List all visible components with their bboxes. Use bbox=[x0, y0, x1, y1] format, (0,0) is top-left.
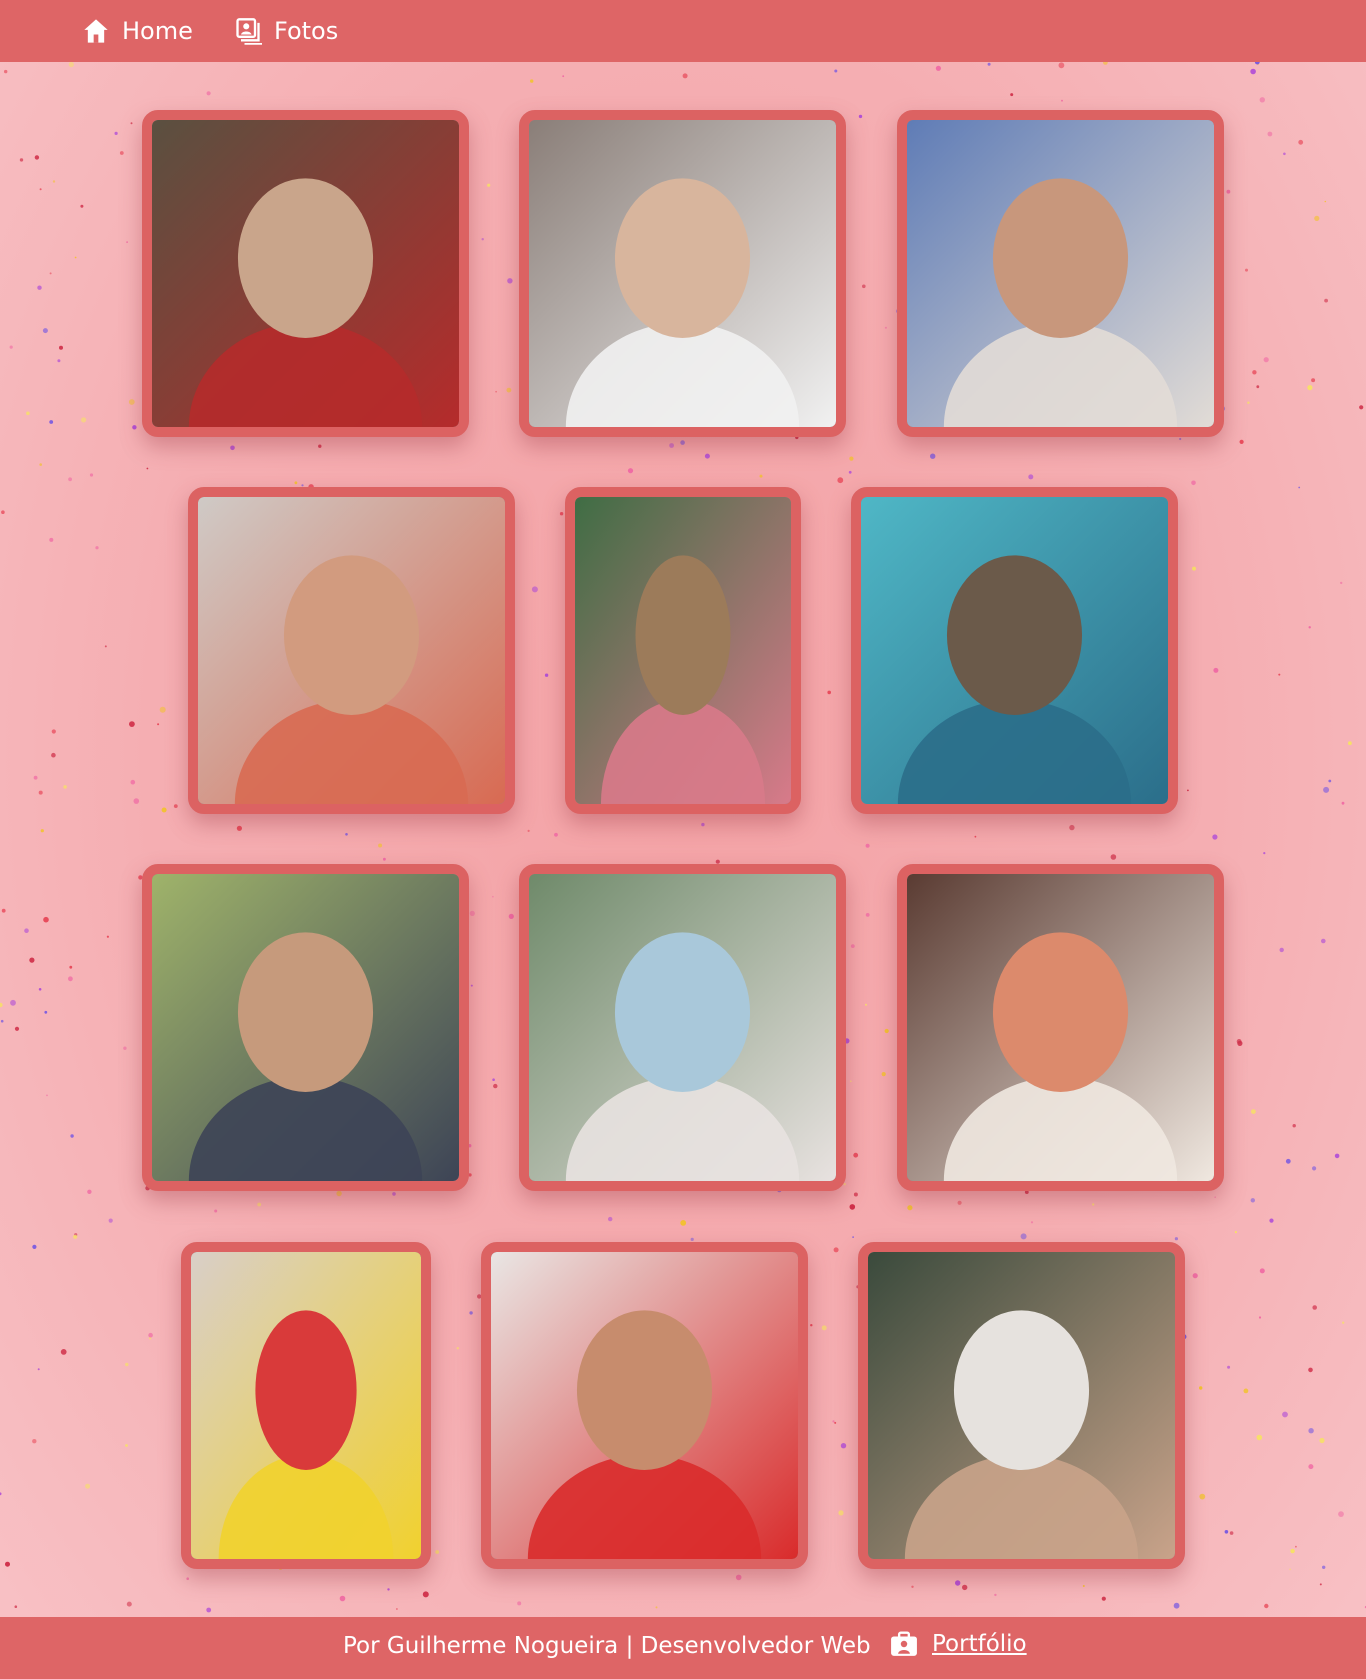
footer-bar: Por Guilherme Nogueira | Desenvolvedor W… bbox=[0, 1617, 1366, 1679]
photo-frame-5[interactable] bbox=[565, 487, 801, 814]
photo-3 bbox=[907, 120, 1214, 427]
photo-frame-11[interactable] bbox=[481, 1242, 808, 1569]
photo-9 bbox=[907, 874, 1214, 1181]
photo-frame-6[interactable] bbox=[851, 487, 1178, 814]
photo-10 bbox=[191, 1252, 421, 1559]
photo-11 bbox=[491, 1252, 798, 1559]
photo-1 bbox=[152, 120, 459, 427]
portfolio-icon bbox=[891, 1631, 917, 1656]
photo-frame-8[interactable] bbox=[519, 864, 846, 1191]
photo-frame-3[interactable] bbox=[897, 110, 1224, 437]
photo-12 bbox=[868, 1252, 1175, 1559]
portfolio-link[interactable]: Portfólio bbox=[890, 1631, 1027, 1657]
photo-4 bbox=[198, 497, 505, 804]
portfolio-label: Portfólio bbox=[932, 1631, 1027, 1657]
photo-frame-2[interactable] bbox=[519, 110, 846, 437]
photo-frame-7[interactable] bbox=[142, 864, 469, 1191]
photo-gallery bbox=[0, 0, 1366, 1679]
footer-credit: Por Guilherme Nogueira | Desenvolvedor W… bbox=[343, 1633, 871, 1659]
photo-frame-9[interactable] bbox=[897, 864, 1224, 1191]
photo-2 bbox=[529, 120, 836, 427]
photo-frame-1[interactable] bbox=[142, 110, 469, 437]
photo-8 bbox=[529, 874, 836, 1181]
photo-frame-12[interactable] bbox=[858, 1242, 1185, 1569]
photo-5 bbox=[575, 497, 791, 804]
photo-6 bbox=[861, 497, 1168, 804]
photo-frame-4[interactable] bbox=[188, 487, 515, 814]
photo-frame-10[interactable] bbox=[181, 1242, 431, 1569]
photo-7 bbox=[152, 874, 459, 1181]
